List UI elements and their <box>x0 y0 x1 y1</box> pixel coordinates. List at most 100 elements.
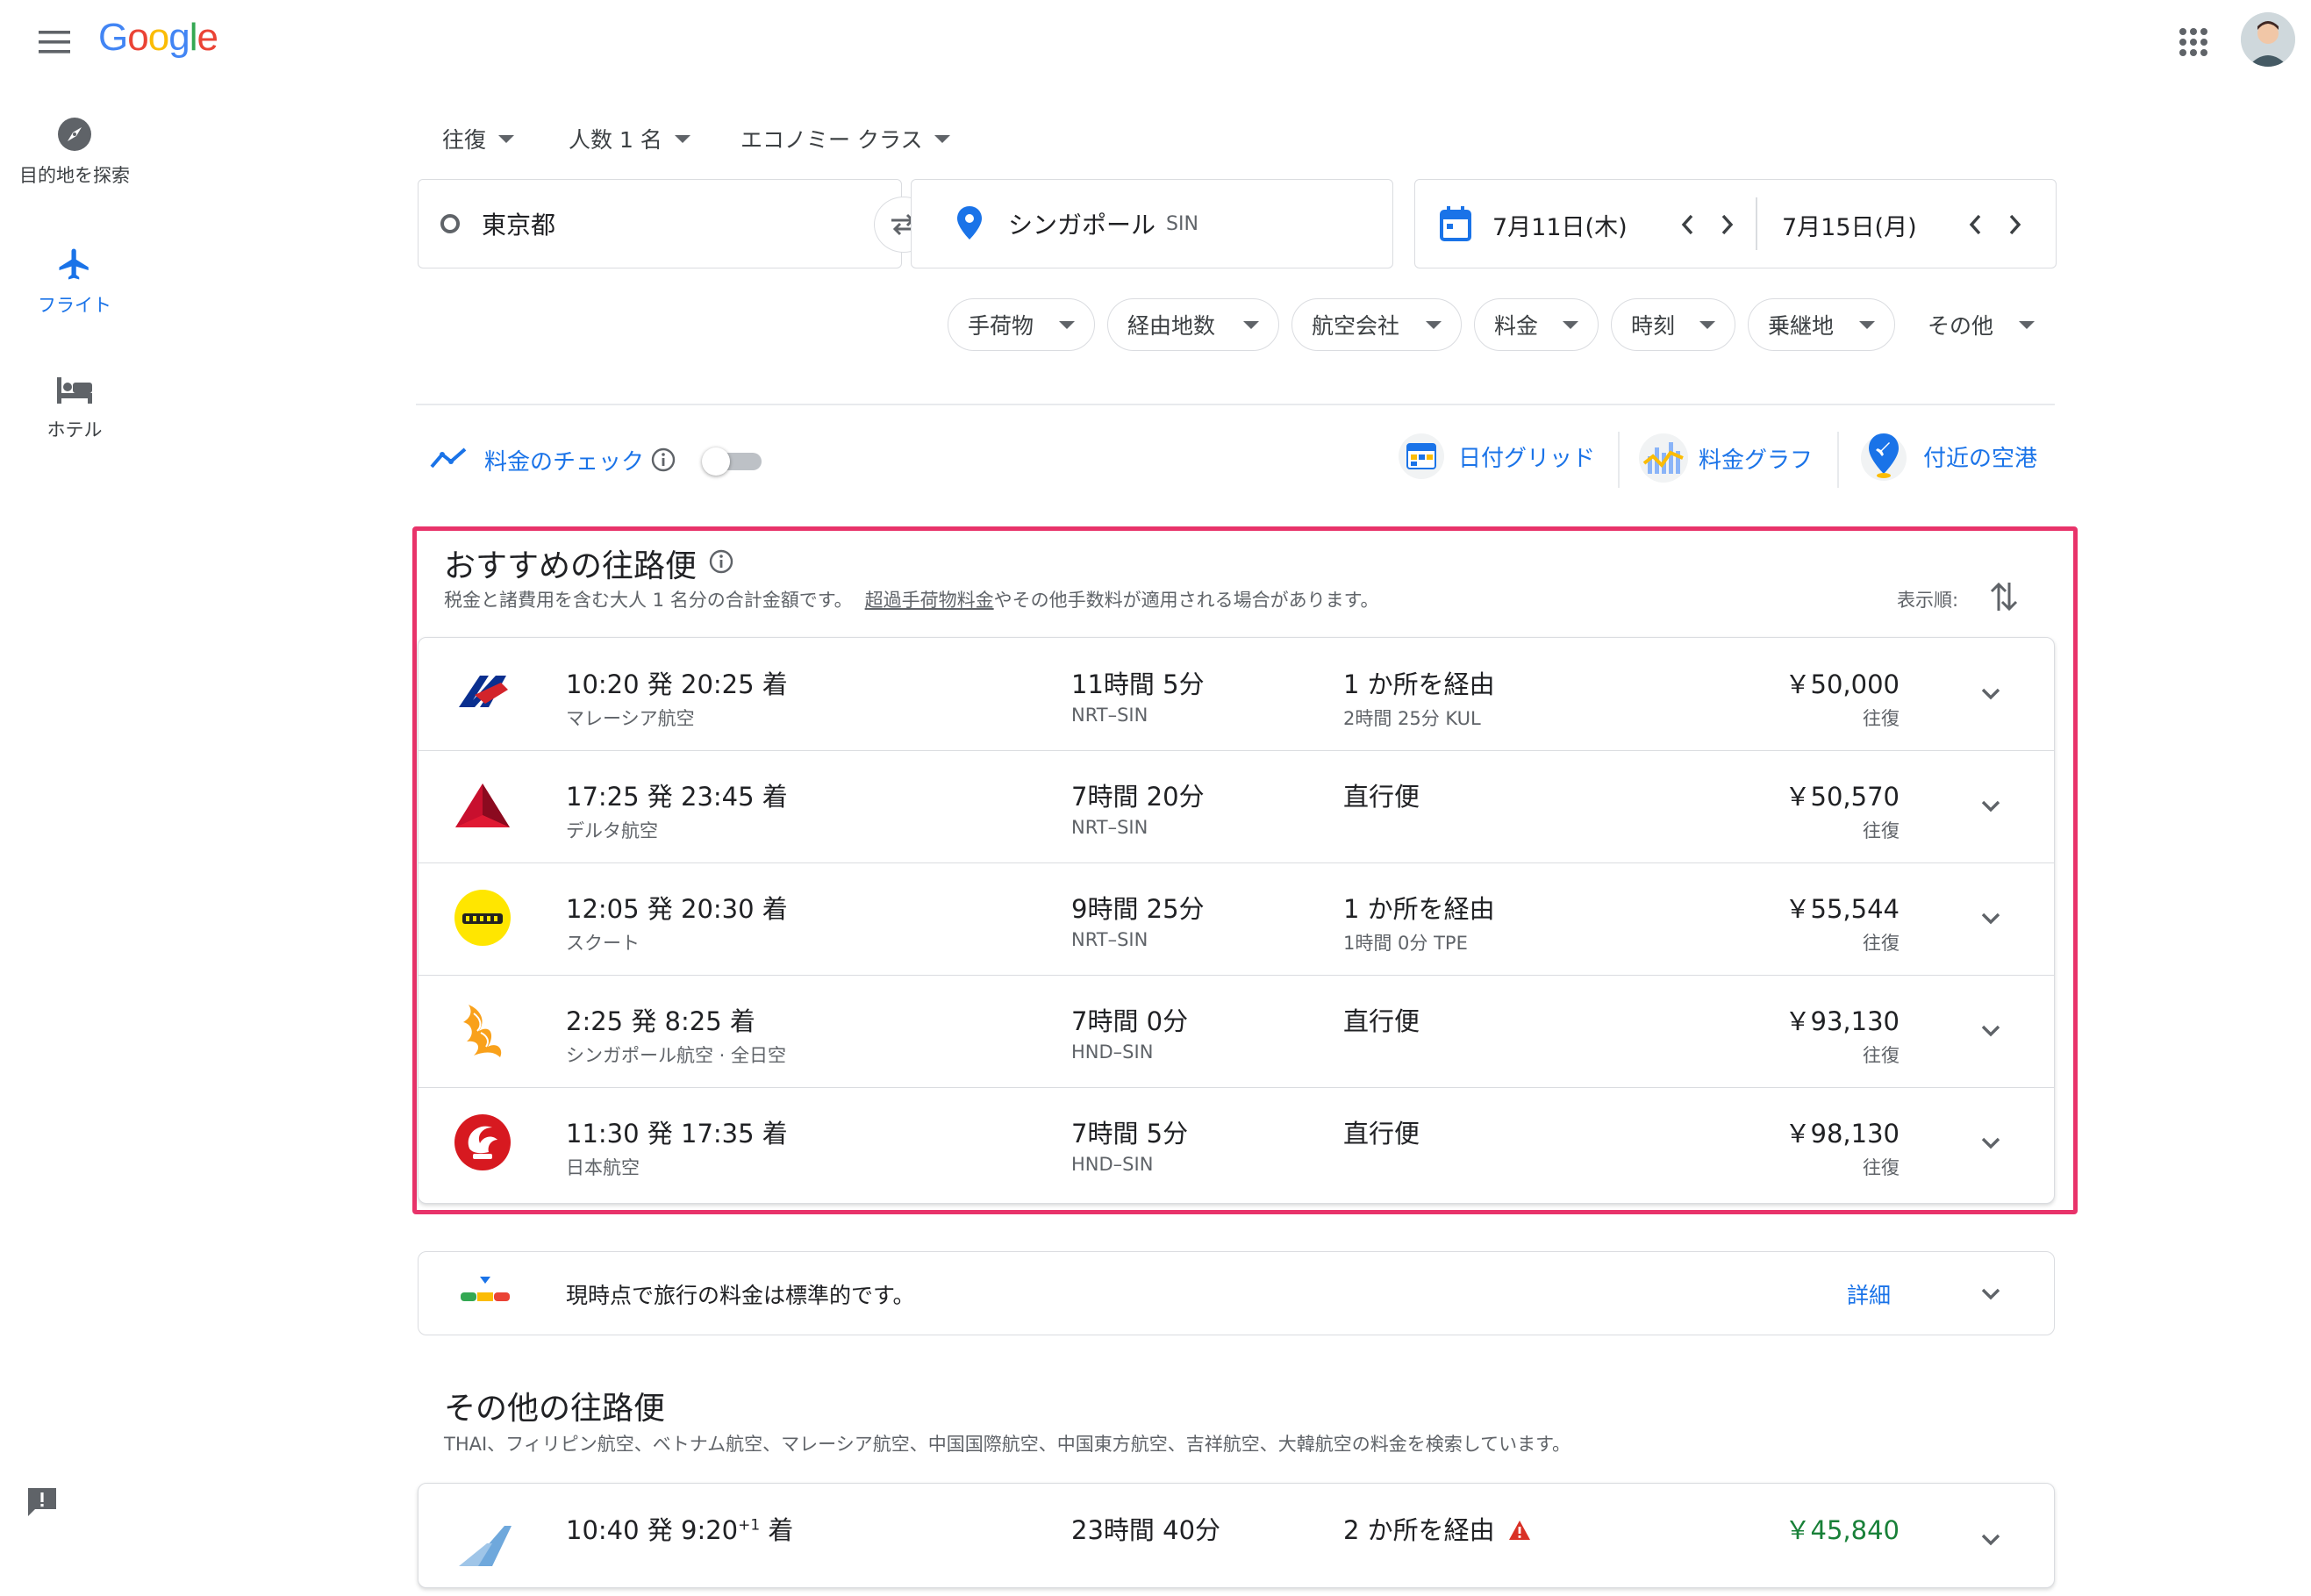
flight-stops: 1 か所を経由 <box>1343 669 1495 699</box>
expand-button[interactable] <box>1971 675 2010 713</box>
destination-code: SIN <box>1166 213 1198 235</box>
chevron-right-icon[interactable] <box>1715 211 1738 238</box>
chevron-left-icon[interactable] <box>1677 211 1699 238</box>
price-type: 往復 <box>1863 1045 1900 1066</box>
location-pin-icon <box>957 206 982 240</box>
expand-button[interactable] <box>1971 787 2010 826</box>
date-field[interactable]: 7月11日(木) 7月15日(月) <box>1414 179 2057 268</box>
trip-type-select[interactable]: 往復 <box>442 123 515 154</box>
google-logo[interactable]: Google <box>98 16 218 60</box>
airline-name: デルタ航空 <box>566 820 658 841</box>
sidebar-item-flights[interactable]: フライト <box>0 246 149 318</box>
sidebar-item-label: ホテル <box>47 419 103 440</box>
dropdown-arrow-icon <box>934 134 951 143</box>
filter-connecting-airports[interactable]: 乗継地 <box>1748 298 1895 351</box>
filter-times[interactable]: 時刻 <box>1611 298 1735 351</box>
flight-stops: 1 か所を経由 <box>1343 894 1495 924</box>
cabin-class-value: エコノミー クラス <box>741 127 923 153</box>
flight-row[interactable]: 10:20 発 20:25 着 マレーシア航空 11時間 5分 NRT–SIN … <box>419 638 2054 751</box>
filter-label: 手荷物 <box>968 313 1034 339</box>
destination-field[interactable]: シンガポール SIN <box>911 179 1393 268</box>
filter-label: 経由地数 <box>1127 313 1216 339</box>
sidebar-item-explore[interactable]: 目的地を探索 <box>0 116 149 188</box>
sidebar-item-label: フライト <box>38 295 111 316</box>
flight-route: HND–SIN <box>1071 1041 1154 1063</box>
other-flights-subtitle: THAI、フィリピン航空、ベトナム航空、マレーシア航空、中国国際航空、中国東方航… <box>444 1434 1570 1455</box>
price-insight-details-link[interactable]: 詳細 <box>1847 1278 1891 1310</box>
other-flights-list: 10:40 発 9:20+1 着 23時間 40分 2 か所を経由 ￥45,84… <box>418 1483 2055 1588</box>
airline-tail-logo-icon <box>452 1514 513 1575</box>
flight-row[interactable]: 10:40 発 9:20+1 着 23時間 40分 2 か所を経由 ￥45,84… <box>419 1484 2054 1596</box>
filter-more[interactable]: その他 <box>1907 298 2055 351</box>
date-grid-button[interactable]: 日付グリッド <box>1399 433 1595 479</box>
filter-bags[interactable]: 手荷物 <box>948 298 1095 351</box>
flight-row[interactable]: 11:30 発 17:35 着 日本航空 7時間 5分 HND–SIN 直行便 … <box>419 1087 2054 1199</box>
feedback-button[interactable] <box>25 1485 60 1520</box>
expand-button[interactable] <box>1971 899 2010 938</box>
logo-letter: g <box>168 16 190 59</box>
account-avatar[interactable] <box>2241 12 2295 67</box>
sidebar-item-hotels[interactable]: ホテル <box>0 374 149 442</box>
time-text: 10:40 発 9:20 <box>566 1515 739 1545</box>
expand-button[interactable] <box>1971 1275 2010 1313</box>
flight-route: NRT–SIN <box>1071 929 1148 950</box>
dropdown-arrow-icon <box>1426 320 1442 329</box>
filter-stops[interactable]: 経由地数 <box>1107 298 1279 351</box>
sort-arrows-icon[interactable] <box>1988 579 2020 614</box>
origin-field[interactable]: 東京都 <box>418 179 902 268</box>
excess-baggage-link[interactable]: 超過手荷物料金 <box>865 590 994 611</box>
chevron-right-icon[interactable] <box>2003 211 2026 238</box>
flight-icon <box>59 248 89 280</box>
flight-price: ￥45,840 <box>1785 1515 1900 1545</box>
scoot-logo-icon <box>452 887 513 948</box>
malaysia-airlines-logo-icon <box>452 662 513 724</box>
flight-duration: 7時間 20分 <box>1071 782 1205 812</box>
hotel-bed-icon <box>57 377 92 404</box>
hamburger-menu-icon <box>39 31 70 54</box>
apps-button[interactable] <box>2172 21 2214 63</box>
flight-row[interactable]: 2:25 発 8:25 着 シンガポール航空 · 全日空 7時間 0分 HND–… <box>419 975 2054 1088</box>
nearby-airports-label: 付近の空港 <box>1923 445 2038 472</box>
price-type: 往復 <box>1863 1157 1900 1178</box>
time-suffix: 着 <box>768 1515 794 1545</box>
flight-price: ￥50,570 <box>1785 782 1900 812</box>
price-insight-card[interactable]: 現時点で旅行の料金は標準的です。 詳細 <box>418 1251 2055 1335</box>
calendar-icon <box>1440 206 1471 241</box>
layover-info: 1時間 0分 TPE <box>1343 933 1468 954</box>
airline-name: 日本航空 <box>566 1157 640 1178</box>
cabin-class-select[interactable]: エコノミー クラス <box>741 123 951 154</box>
trip-type-value: 往復 <box>442 127 487 153</box>
flight-duration: 23時間 40分 <box>1071 1515 1221 1545</box>
flight-stops: 直行便 <box>1343 782 1420 812</box>
apps-grid-icon <box>2179 28 2207 56</box>
return-date[interactable]: 7月15日(月) <box>1782 208 1917 242</box>
flight-row[interactable]: 12:05 発 20:30 着 スクート 9時間 25分 NRT–SIN 1 か… <box>419 862 2054 976</box>
expand-button[interactable] <box>1971 1012 2010 1050</box>
expand-button[interactable] <box>1971 1521 2010 1559</box>
subtitle-text: やその他手数料が適用される場合があります。 <box>993 590 1379 611</box>
toggle-knob <box>702 447 730 476</box>
info-icon[interactable] <box>651 447 676 472</box>
flight-row[interactable]: 17:25 発 23:45 着 デルタ航空 7時間 20分 NRT–SIN 直行… <box>419 750 2054 863</box>
flight-route: NRT–SIN <box>1071 817 1148 838</box>
subtitle-text: 税金と諸費用を含む大人 1 名分の合計金額です。 <box>444 590 853 611</box>
nearby-airports-button[interactable]: 付近の空港 <box>1860 430 2037 483</box>
info-icon[interactable] <box>709 549 733 574</box>
airline-name: スクート <box>566 933 640 954</box>
dropdown-arrow-icon <box>1243 320 1259 329</box>
expand-button[interactable] <box>1971 1124 2010 1163</box>
best-flights-title: おすすめの往路便 <box>444 548 698 584</box>
filter-airlines[interactable]: 航空会社 <box>1291 298 1462 351</box>
filter-price[interactable]: 料金 <box>1474 298 1599 351</box>
price-tracking-toggle[interactable] <box>702 447 765 476</box>
price-graph-button[interactable]: 料金グラフ <box>1639 433 1813 483</box>
tool-divider <box>1837 432 1839 488</box>
depart-date[interactable]: 7月11日(木) <box>1492 208 1628 242</box>
main-menu-button[interactable] <box>32 21 77 63</box>
flight-route: HND–SIN <box>1071 1154 1154 1175</box>
flight-price: ￥98,130 <box>1785 1119 1900 1149</box>
flight-duration: 7時間 5分 <box>1071 1119 1189 1149</box>
chevron-left-icon[interactable] <box>1964 211 1987 238</box>
passengers-select[interactable]: 人数 1 名 <box>569 123 690 154</box>
tool-divider <box>1618 432 1620 488</box>
